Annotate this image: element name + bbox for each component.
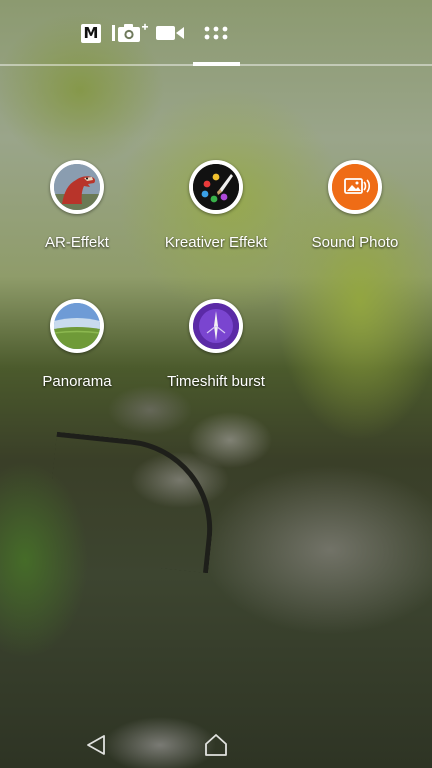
navigation-bar [0,722,432,768]
sound-photo-icon [332,164,378,210]
camera-mode-bar: M [0,0,432,66]
app-kreativer-effekt[interactable]: Kreativer Effekt [147,160,285,251]
video-camera-icon [156,26,184,40]
app-icon-ring [50,160,104,214]
app-panorama[interactable]: Panorama [8,299,146,390]
panorama-icon [54,303,100,349]
app-icon-ring [189,160,243,214]
camera-plus-icon [112,23,148,42]
timeshift-burst-icon [193,303,239,349]
garden-hose [43,431,222,574]
palette-icon [193,164,239,210]
back-triangle-icon [87,735,105,755]
app-label: Kreativer Effekt [164,234,268,251]
video-mode-button[interactable] [155,22,185,44]
app-label: AR-Effekt [45,234,109,251]
home-icon [205,734,227,756]
app-icon-ring [328,160,382,214]
dinosaur-icon [54,164,100,210]
app-timeshift-burst[interactable]: Timeshift burst [147,299,285,390]
app-icon-ring [189,299,243,353]
back-button[interactable] [76,728,116,762]
app-label: Timeshift burst [167,373,265,390]
mode-bar-divider [0,64,432,66]
app-sound-photo[interactable]: Sound Photo [286,160,424,251]
home-button[interactable] [196,728,236,762]
app-label: Sound Photo [311,234,399,251]
manual-mode-button[interactable]: M [80,22,102,44]
app-label: Panorama [42,373,112,390]
camera-apps-button[interactable] [203,22,229,44]
grid-dots-icon [204,26,228,40]
app-icon-ring [50,299,104,353]
manual-mode-icon: M [81,23,101,43]
photo-mode-button[interactable] [111,22,149,44]
app-ar-effekt[interactable]: AR-Effekt [8,160,146,251]
